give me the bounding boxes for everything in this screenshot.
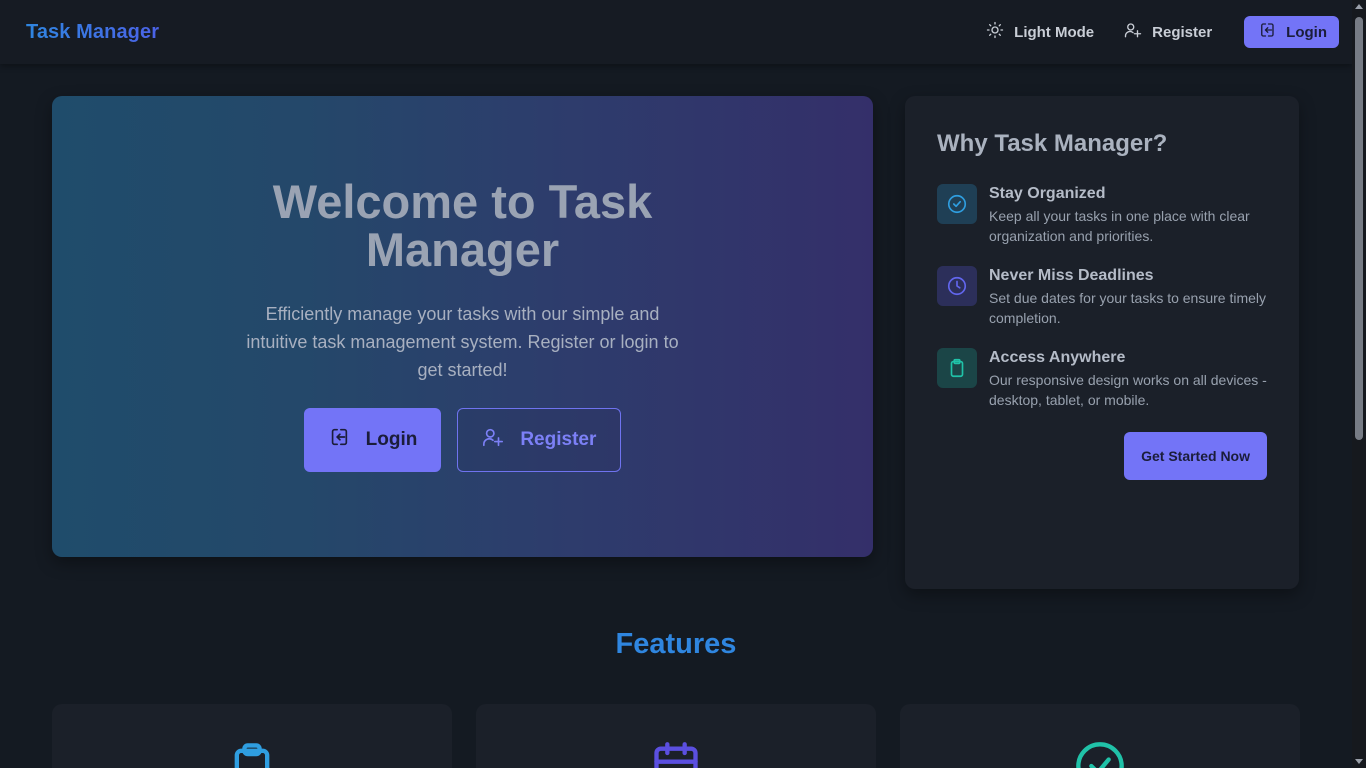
hero-card: Welcome to Task Manager Efficiently mana…: [52, 96, 873, 557]
scroll-down-arrow[interactable]: [1355, 759, 1363, 764]
calendar-icon: [650, 704, 702, 768]
sun-icon: [986, 21, 1004, 43]
page-scrollbar[interactable]: [1352, 0, 1366, 768]
hero-register-button[interactable]: Register: [457, 408, 622, 472]
why-item-description: Keep all your tasks in one place with cl…: [989, 208, 1250, 244]
brand-logo[interactable]: Task Manager: [26, 21, 159, 44]
login-icon: [1258, 21, 1276, 43]
hero-login-label: Login: [365, 429, 418, 450]
nav-actions: Light Mode Register Login: [974, 16, 1339, 48]
check-circle-icon: [937, 184, 977, 224]
why-item-title: Access Anywhere: [989, 349, 1126, 366]
clipboard-icon: [226, 704, 278, 768]
why-panel: Why Task Manager? Stay Organized Keep al…: [905, 96, 1299, 589]
why-item-never-miss-deadlines: Never Miss Deadlines Set due dates for y…: [937, 266, 1267, 328]
nav-register-button[interactable]: Register: [1112, 16, 1224, 48]
feature-card-organize: [52, 704, 452, 768]
why-title: Why Task Manager?: [937, 130, 1168, 157]
why-item-text: Stay Organized Keep all your tasks in on…: [989, 184, 1267, 246]
theme-toggle-button[interactable]: Light Mode: [974, 16, 1106, 48]
get-started-button[interactable]: Get Started Now: [1124, 432, 1267, 480]
top-navbar: Task Manager Light Mode Register Login: [0, 0, 1352, 64]
theme-toggle-label: Light Mode: [1014, 23, 1095, 41]
nav-register-label: Register: [1152, 23, 1213, 41]
why-item-title: Never Miss Deadlines: [989, 267, 1154, 284]
why-item-text: Never Miss Deadlines Set due dates for y…: [989, 266, 1267, 328]
clock-icon: [937, 266, 977, 306]
nav-login-label: Login: [1286, 23, 1327, 41]
why-item-title: Stay Organized: [989, 185, 1106, 202]
login-icon: [328, 426, 350, 454]
hero-subtitle: Efficiently manage your tasks with our s…: [246, 304, 679, 380]
user-plus-icon: [1124, 21, 1142, 43]
hero-title: Welcome to Task Manager: [272, 175, 653, 276]
scroll-up-arrow[interactable]: [1355, 4, 1363, 9]
nav-login-button[interactable]: Login: [1244, 16, 1339, 48]
hero-login-button[interactable]: Login: [303, 408, 442, 472]
feature-card-complete: [900, 704, 1300, 768]
hero-register-label: Register: [520, 429, 597, 450]
why-item-text: Access Anywhere Our responsive design wo…: [989, 348, 1267, 410]
hero-actions: Login Register: [52, 408, 873, 472]
why-item-description: Our responsive design works on all devic…: [989, 372, 1267, 408]
feature-card-deadlines: [476, 704, 876, 768]
features-title: Features: [615, 628, 737, 660]
why-item-access-anywhere: Access Anywhere Our responsive design wo…: [937, 348, 1267, 410]
why-item-stay-organized: Stay Organized Keep all your tasks in on…: [937, 184, 1267, 246]
user-plus-icon: [482, 426, 504, 454]
why-item-description: Set due dates for your tasks to ensure t…: [989, 290, 1267, 326]
check-circle-icon: [1074, 704, 1126, 768]
clipboard-icon: [937, 348, 977, 388]
scroll-thumb[interactable]: [1355, 17, 1363, 440]
